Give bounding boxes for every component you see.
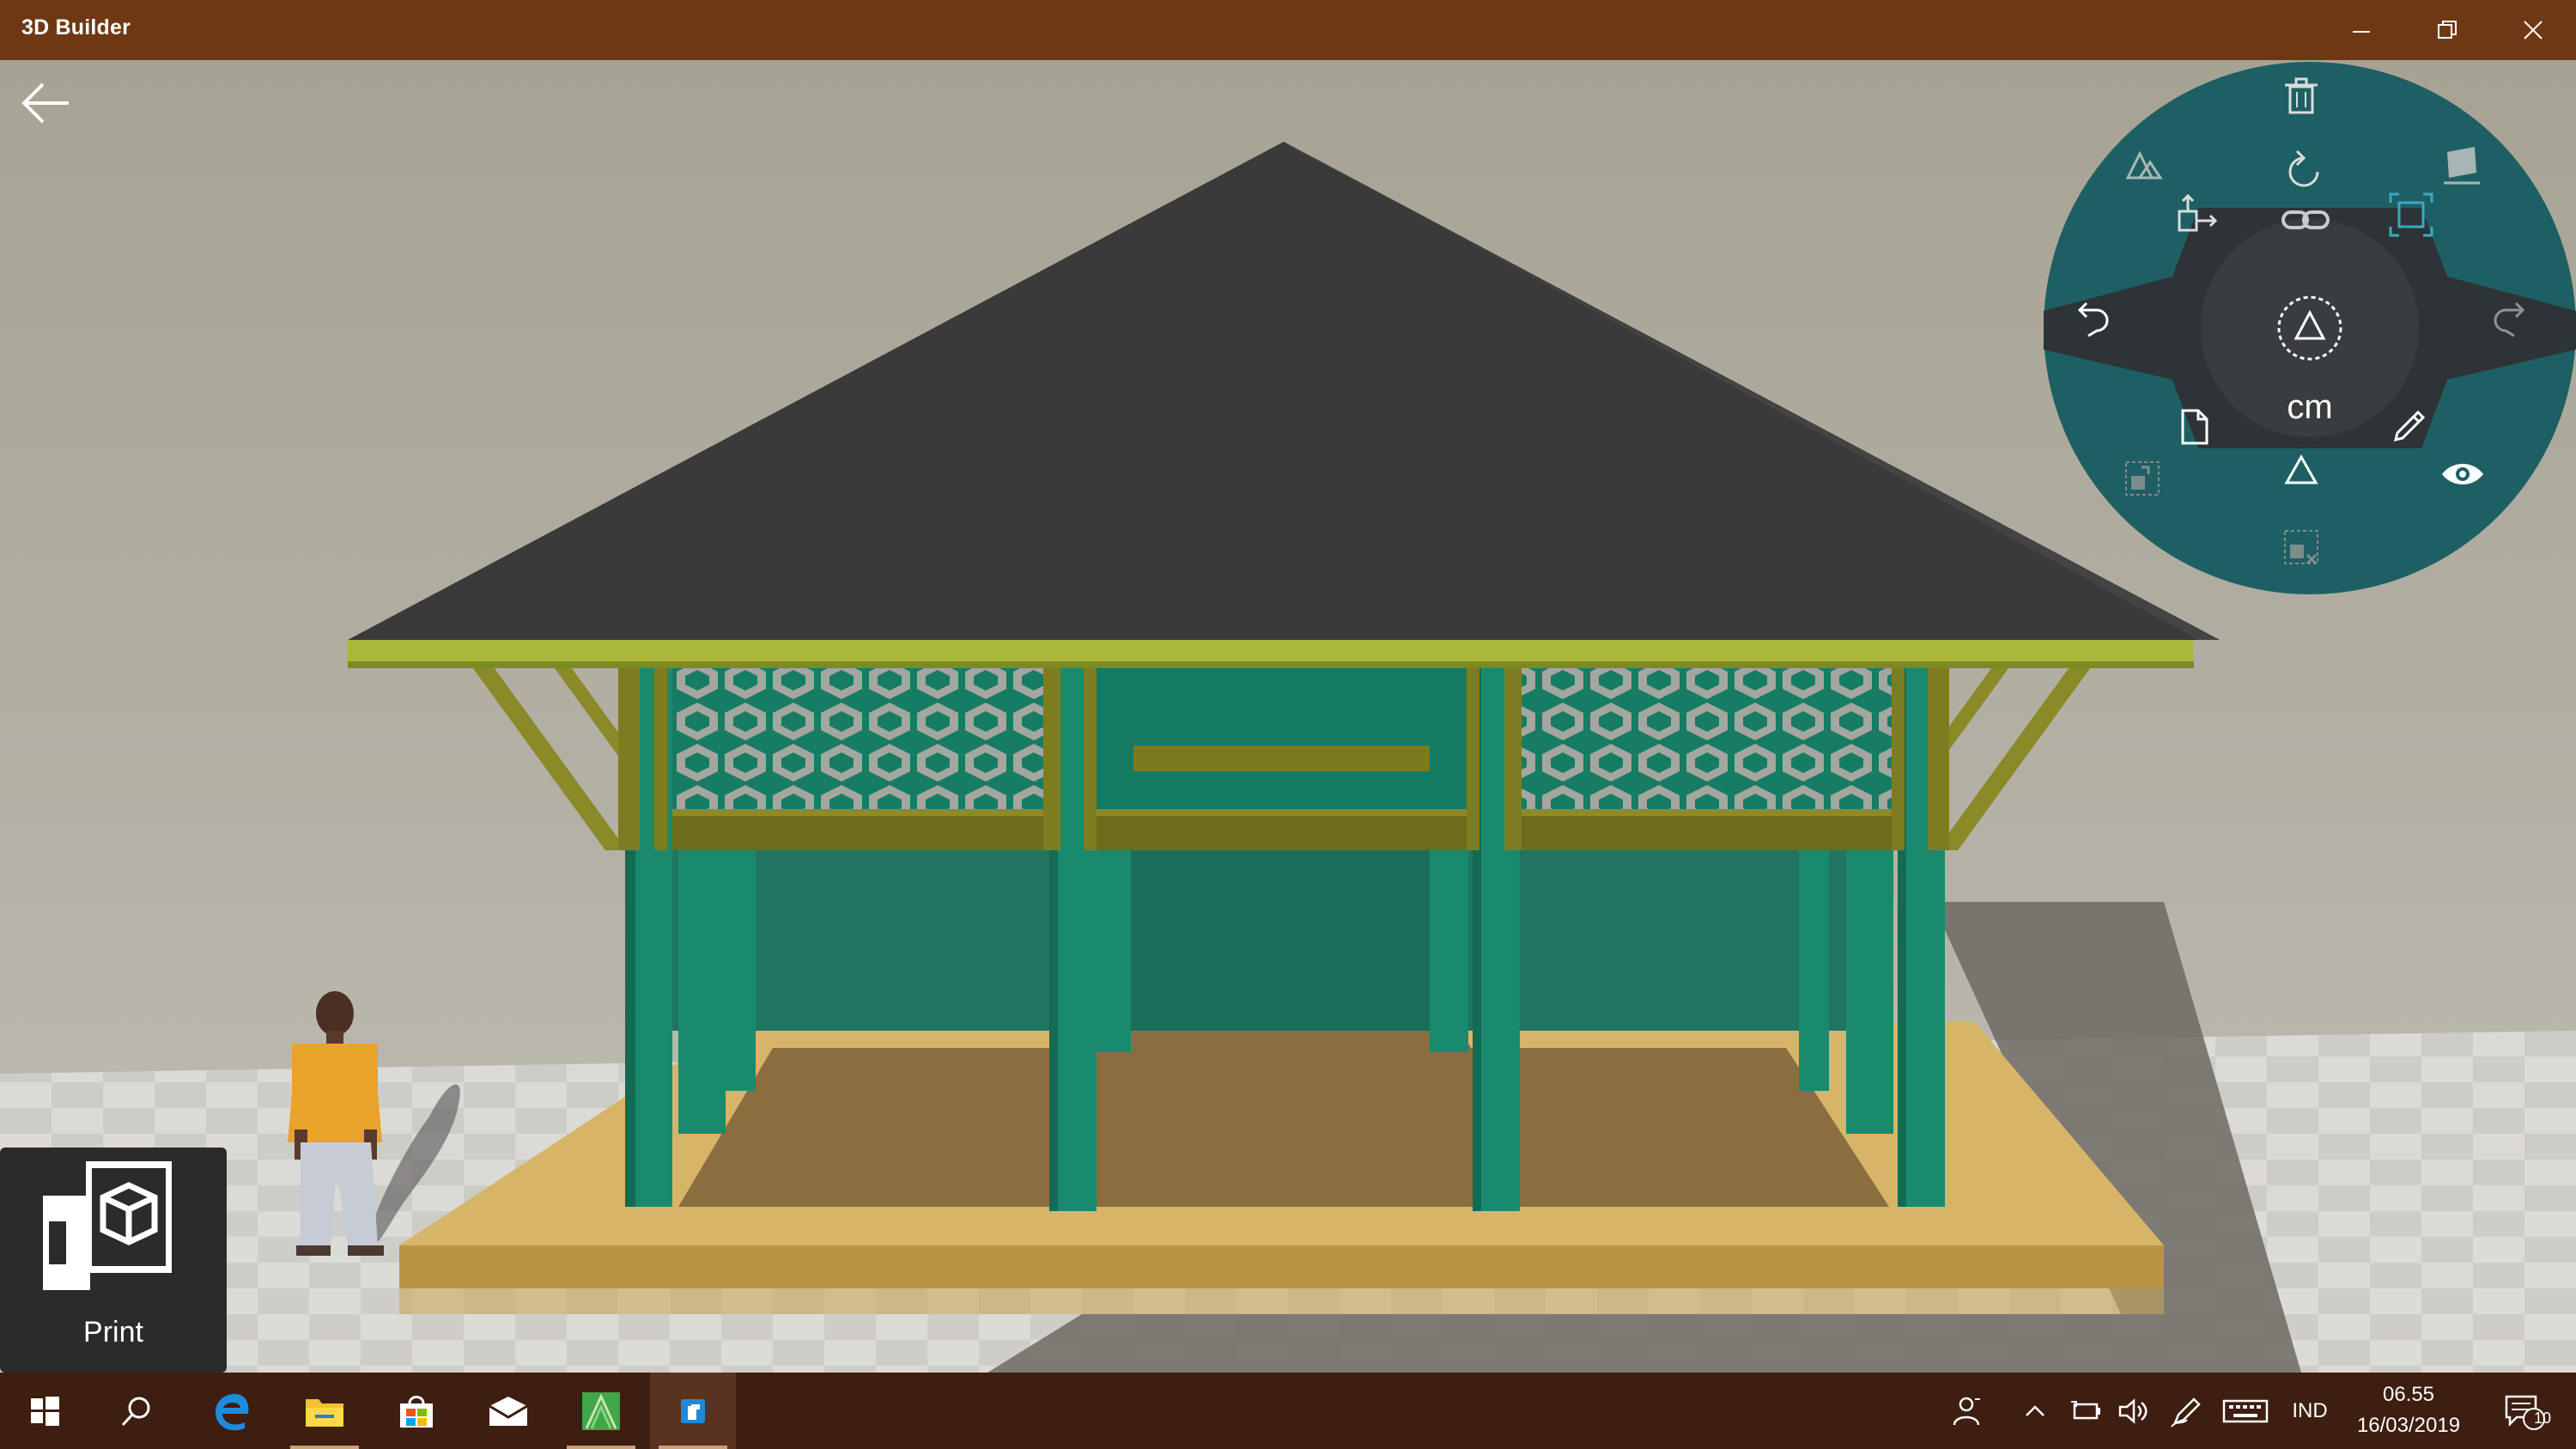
volume-icon: [2118, 1397, 2148, 1424]
taskbar: IND 06.55 16/03/2019 10: [0, 1373, 2576, 1449]
pen-workspace-button[interactable]: [2160, 1373, 2211, 1449]
undo-button[interactable]: [2069, 298, 2129, 358]
edge-icon: [216, 1393, 249, 1430]
app-title: 3D Builder: [21, 15, 131, 40]
delete-selection-button[interactable]: [2280, 526, 2340, 586]
notification-count: 10: [2533, 1409, 2552, 1427]
touch-keyboard-button[interactable]: [2211, 1373, 2280, 1449]
floor-icon: [2444, 147, 2480, 185]
file-explorer-icon: [306, 1398, 343, 1427]
view-icon: [2442, 464, 2483, 484]
edit-icon: [2393, 410, 2426, 442]
move-button[interactable]: [2172, 191, 2233, 251]
duplicate-button[interactable]: [2121, 457, 2181, 517]
file-icon: [2181, 409, 2208, 445]
mail-icon: [489, 1396, 528, 1426]
select-mode-button[interactable]: [2275, 294, 2344, 362]
delete-selection-icon: [2284, 530, 2318, 565]
rotate-icon: [2288, 149, 2319, 187]
store-button[interactable]: [374, 1373, 459, 1449]
object-button[interactable]: [2172, 405, 2233, 466]
minimize-icon: [2353, 31, 2370, 33]
action-center-button[interactable]: 10: [2490, 1373, 2559, 1449]
sketchup-icon: [582, 1391, 620, 1430]
redo-icon: [2494, 301, 2525, 338]
link-icon: [2281, 210, 2330, 229]
back-button[interactable]: [17, 77, 77, 129]
input-language-button[interactable]: IND: [2280, 1373, 2340, 1449]
clock[interactable]: 06.55 16/03/2019: [2344, 1379, 2473, 1441]
delete-button[interactable]: [2280, 75, 2340, 135]
show-hidden-icons-button[interactable]: [2009, 1373, 2061, 1449]
start-icon: [31, 1396, 59, 1426]
language-indicator: IND: [2292, 1398, 2328, 1422]
chevron-up-icon: [2026, 1404, 2044, 1416]
back-arrow-icon: [21, 82, 69, 124]
rotate-button[interactable]: [2280, 148, 2340, 208]
sketchup-button[interactable]: [558, 1373, 644, 1449]
keyboard-icon: [2222, 1399, 2269, 1422]
triangle-icon: [2284, 454, 2318, 484]
print-button[interactable]: Print: [0, 1148, 227, 1373]
volume-button[interactable]: [2108, 1373, 2160, 1449]
store-icon: [400, 1395, 433, 1428]
restore-icon: [2438, 21, 2457, 39]
3d-builder-icon: [681, 1398, 705, 1423]
mesh-mode-button[interactable]: [2280, 448, 2340, 508]
settle-to-floor-button[interactable]: [2439, 143, 2499, 204]
pen-icon: [2171, 1397, 2201, 1428]
simplify-icon: [2125, 150, 2163, 180]
move-icon: [2178, 193, 2218, 232]
close-button[interactable]: [2490, 0, 2576, 60]
people-button[interactable]: [1932, 1373, 2001, 1449]
print-3d-icon: [43, 1161, 172, 1290]
search-icon: [121, 1397, 150, 1426]
undo-icon: [2077, 301, 2109, 338]
trash-icon: [2285, 77, 2318, 114]
close-icon: [2524, 21, 2543, 40]
battery-button[interactable]: [2061, 1373, 2112, 1449]
search-button[interactable]: [93, 1373, 179, 1449]
people-icon: [1953, 1397, 1980, 1425]
battery-icon: [2071, 1400, 2100, 1419]
mail-button[interactable]: [465, 1373, 551, 1449]
print-label: Print: [83, 1316, 143, 1349]
3d-builder-button[interactable]: [650, 1373, 736, 1449]
clock-date: 16/03/2019: [2356, 1414, 2461, 1437]
units-label[interactable]: cm: [2258, 388, 2361, 427]
start-button[interactable]: [2, 1373, 88, 1449]
restore-button[interactable]: [2404, 0, 2490, 60]
minimize-button[interactable]: [2318, 0, 2404, 60]
radial-menu: [2044, 62, 2576, 594]
title-bar: 3D Builder: [0, 0, 2576, 60]
scale-icon: [2389, 192, 2433, 237]
duplicate-icon: [2125, 461, 2160, 496]
link-button[interactable]: [2280, 204, 2340, 264]
clock-time: 06.55: [2382, 1383, 2435, 1406]
file-explorer-button[interactable]: [282, 1373, 368, 1449]
view-button[interactable]: [2439, 457, 2499, 517]
edge-button[interactable]: [189, 1373, 275, 1449]
scale-button[interactable]: [2387, 191, 2447, 251]
select-icon: [2277, 295, 2342, 361]
redo-button[interactable]: [2490, 298, 2550, 358]
